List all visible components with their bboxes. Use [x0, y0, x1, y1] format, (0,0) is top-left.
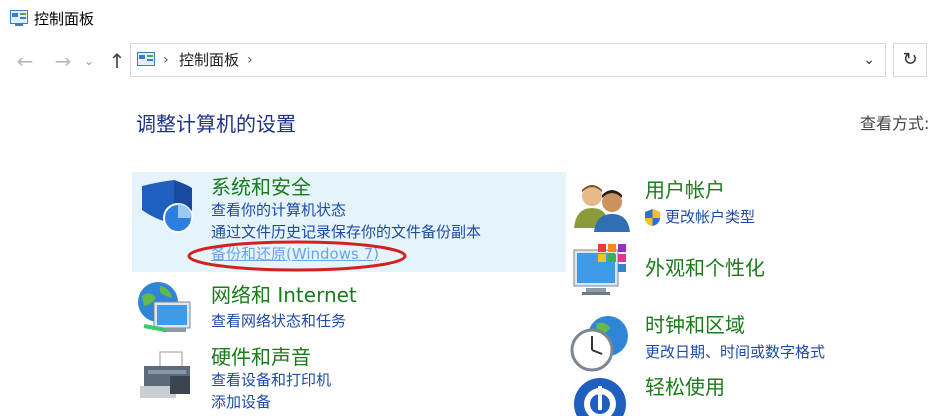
- monitor-palette-icon: [573, 244, 626, 295]
- link-change-date-time-format[interactable]: 更改日期、时间或数字格式: [645, 341, 825, 363]
- address-bar[interactable]: › 控制面板 › ⌄: [130, 43, 886, 77]
- link-network-status[interactable]: 查看网络状态和任务: [211, 310, 346, 332]
- breadcrumb-chevron-icon[interactable]: ›: [247, 50, 253, 70]
- uac-shield-icon: [645, 209, 660, 226]
- link-devices-printers[interactable]: 查看设备和打印机: [211, 369, 331, 391]
- users-icon: [574, 185, 630, 232]
- breadcrumb-control-panel[interactable]: 控制面板: [179, 50, 239, 70]
- category-title-clock-region[interactable]: 时钟和区域: [645, 312, 745, 338]
- category-title-network[interactable]: 网络和 Internet: [211, 282, 357, 308]
- category-title-system-security[interactable]: 系统和安全: [211, 174, 311, 200]
- page-title: 调整计算机的设置: [136, 112, 296, 136]
- category-title-ease-of-access[interactable]: 轻松使用: [645, 374, 725, 400]
- printer-icon: [140, 351, 190, 398]
- clock-globe-icon: [570, 316, 628, 372]
- view-by-label: 查看方式:: [860, 114, 930, 133]
- accessibility-icon: [574, 378, 626, 416]
- address-dropdown-icon[interactable]: ⌄: [863, 50, 875, 70]
- link-view-computer-status[interactable]: 查看你的计算机状态: [211, 199, 346, 221]
- link-add-device[interactable]: 添加设备: [211, 391, 271, 413]
- security-shield-icon: [142, 180, 193, 233]
- forward-button[interactable]: →: [50, 48, 76, 74]
- refresh-button[interactable]: ↻: [893, 43, 927, 77]
- category-title-user-accounts[interactable]: 用户帐户: [645, 177, 725, 203]
- red-annotation-ellipse: [187, 240, 407, 272]
- back-button[interactable]: ←: [12, 48, 38, 74]
- up-button[interactable]: ↑: [104, 48, 130, 74]
- recent-locations-chevron-icon[interactable]: ⌄: [82, 48, 96, 74]
- control-panel-icon: [137, 52, 155, 66]
- category-title-appearance[interactable]: 外观和个性化: [645, 255, 765, 281]
- title-bar: 控制面板: [0, 0, 934, 40]
- link-change-account-type[interactable]: 更改帐户类型: [665, 206, 755, 228]
- window-title: 控制面板: [34, 10, 95, 28]
- network-globe-icon: [138, 282, 191, 332]
- breadcrumb-chevron-icon[interactable]: ›: [163, 50, 169, 70]
- category-title-hardware[interactable]: 硬件和声音: [211, 344, 311, 370]
- control-panel-icon: [10, 10, 28, 26]
